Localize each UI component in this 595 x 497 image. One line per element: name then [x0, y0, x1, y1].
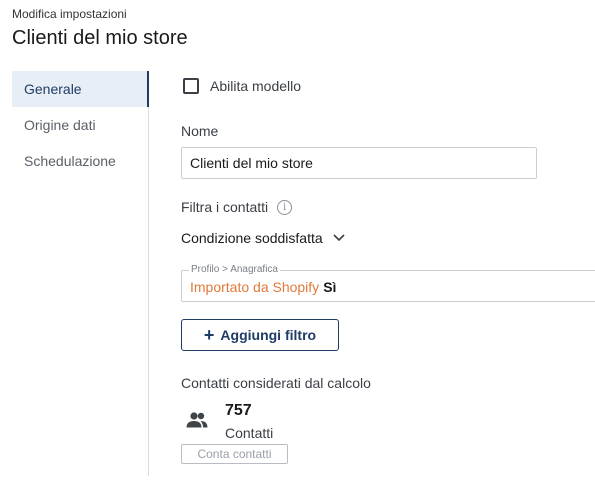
- add-filter-button[interactable]: + Aggiungi filtro: [181, 319, 339, 351]
- condition-label: Condizione soddisfatta: [181, 230, 323, 246]
- enable-template-checkbox[interactable]: [183, 78, 199, 94]
- filter-label-row: Filtra i contatti i: [181, 199, 293, 215]
- sidebar-item-generale[interactable]: Generale: [12, 71, 149, 107]
- sidebar-item-origine-dati[interactable]: Origine dati: [12, 107, 148, 143]
- info-icon[interactable]: i: [277, 199, 293, 215]
- name-label: Nome: [181, 123, 219, 139]
- enable-template-row[interactable]: Abilita modello: [183, 78, 301, 94]
- add-filter-label: Aggiungi filtro: [220, 327, 317, 343]
- people-icon: [186, 412, 208, 428]
- chevron-down-icon: [333, 234, 345, 242]
- contacts-unit: Contatti: [225, 425, 274, 441]
- condition-dropdown[interactable]: Condizione soddisfatta: [181, 230, 345, 246]
- settings-sidebar: Generale Origine dati Schedulazione: [12, 71, 149, 476]
- breadcrumb: Modifica impostazioni: [12, 7, 127, 21]
- enable-template-label: Abilita modello: [210, 78, 302, 94]
- count-contacts-button[interactable]: Conta contatti: [181, 444, 288, 464]
- name-input[interactable]: [181, 147, 537, 179]
- filter-rule-path: Profilo > Anagrafica: [189, 264, 280, 275]
- plus-icon: +: [203, 325, 215, 345]
- sidebar-item-schedulazione[interactable]: Schedulazione: [12, 143, 148, 179]
- contacts-count: 757: [225, 402, 252, 419]
- filter-contacts-label: Filtra i contatti: [181, 199, 269, 215]
- filter-rule-answer: Sì: [323, 279, 337, 295]
- filter-rule-source: Importato da Shopify: [190, 279, 320, 295]
- filter-rule[interactable]: Profilo > Anagrafica Importato da Shopif…: [181, 264, 595, 302]
- contacts-section-label: Contatti considerati dal calcolo: [181, 375, 371, 391]
- page-title: Clienti del mio store: [12, 27, 188, 49]
- filter-rule-value: Importato da Shopify Sì: [190, 279, 336, 295]
